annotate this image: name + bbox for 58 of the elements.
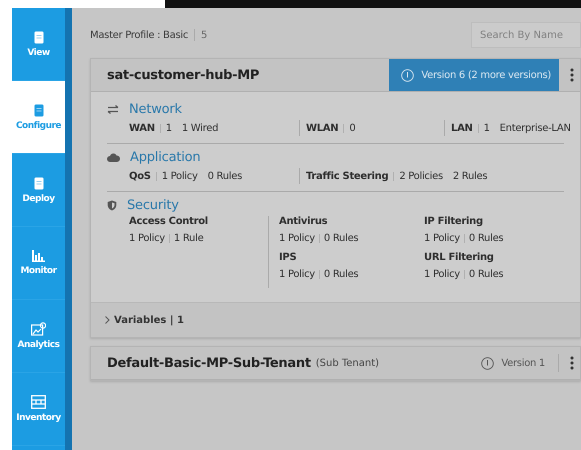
sidebar-item[interactable]: Configure (12, 81, 65, 154)
version-label: Version 6 (2 more versions) (421, 70, 551, 80)
chart-image-icon (31, 322, 46, 336)
item-label: Access Control (129, 216, 209, 227)
version-badge[interactable]: Version 6 (2 more versions) (389, 59, 559, 91)
item-value: 1 (166, 122, 172, 134)
item-label: IPS (279, 252, 298, 263)
item-value: 1 (484, 122, 490, 134)
version-label: Version 1 (501, 358, 545, 368)
item-label: IP Filtering (424, 216, 484, 227)
item-value: 1 Wired (182, 122, 218, 134)
section-title[interactable]: Application (130, 150, 200, 164)
shield-icon (107, 200, 117, 210)
item-label: WLAN (306, 122, 338, 134)
item-value: 0 Rules (324, 233, 358, 244)
info-icon (481, 356, 494, 370)
document-icon (34, 30, 44, 44)
more-options-icon[interactable] (570, 356, 574, 370)
item-value: 1 Policy (162, 170, 198, 182)
profile-count: 5 (201, 30, 208, 40)
item-value: 1 Policy (424, 233, 460, 244)
document-icon (34, 104, 44, 116)
document-icon (34, 176, 44, 190)
item-value: 2 Rules (452, 170, 488, 182)
master-profile-label: Master Profile : Basic (90, 30, 188, 40)
item-value: 0 Rules (208, 170, 242, 182)
item-value: 1 Rule (174, 233, 204, 244)
variables-toggle[interactable]: Variables | 1 (91, 303, 580, 337)
item-label: Antivirus (279, 216, 328, 227)
info-icon (401, 68, 414, 82)
item-label: URL Filtering (424, 252, 495, 263)
item-value: 1 Policy (279, 269, 315, 280)
item-value: Enterprise-LAN (500, 122, 571, 134)
item-value: 0 Rules (324, 269, 358, 280)
item-value: 1 Policy (424, 269, 460, 280)
item-value: 0 Rules (468, 233, 504, 244)
chevron-icon (105, 316, 110, 324)
section-title[interactable]: Security (127, 198, 179, 212)
item-value: 0 (349, 122, 356, 134)
item-value: 2 Policies (399, 170, 443, 182)
cloud-icon (107, 152, 120, 162)
item-label: LAN (451, 122, 473, 134)
search-field[interactable]: Search By Name (471, 22, 581, 48)
item-value: 1 Policy (279, 233, 315, 244)
item-value: 1 Policy (129, 233, 165, 244)
item-label: QoS (129, 170, 151, 182)
version-badge[interactable]: Version 1 (469, 347, 553, 379)
profile-subtitle: (Sub Tenant) (316, 358, 380, 368)
item-value: 0 Rules (468, 269, 504, 280)
profile-name: Default-Basic-MP-Sub-Tenant (107, 356, 311, 370)
bar-chart-icon (32, 250, 45, 262)
profile-name: sat-customer-hub-MP (107, 68, 260, 82)
more-options-icon[interactable] (570, 68, 574, 82)
section-title[interactable]: Network (129, 102, 182, 116)
item-label: Traffic Steering (306, 170, 388, 182)
swap-arrows-icon (107, 104, 119, 114)
item-label: WAN (129, 122, 155, 134)
shelf-icon (31, 395, 46, 409)
